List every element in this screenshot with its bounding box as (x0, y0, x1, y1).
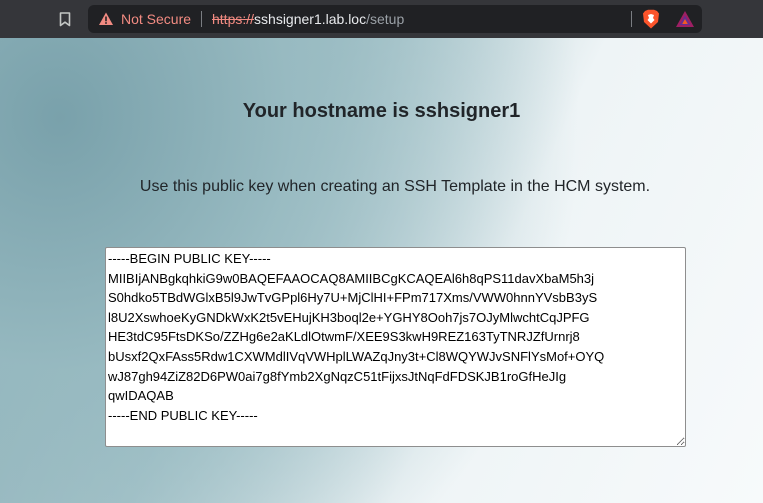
url-path: /setup (366, 11, 405, 27)
public-key-textarea[interactable]: -----BEGIN PUBLIC KEY----- MIIBIjANBgkqh… (105, 247, 686, 447)
omnibox-separator (201, 11, 202, 27)
page-title: Your hostname is sshsigner1 (242, 100, 521, 122)
brave-shields-icon[interactable] (642, 9, 660, 29)
instruction-text: Use this public key when creating an SSH… (139, 178, 651, 195)
security-status[interactable]: Not Secure (121, 11, 191, 27)
bookmark-icon[interactable] (58, 10, 72, 28)
url-text[interactable]: https://sshsigner1.lab.loc/setup (212, 11, 404, 27)
browser-toolbar: Not Secure https://sshsigner1.lab.loc/se… (0, 0, 763, 38)
brave-rewards-icon[interactable] (675, 10, 695, 28)
url-scheme: https:// (212, 11, 255, 27)
address-bar[interactable]: Not Secure https://sshsigner1.lab.loc/se… (88, 5, 702, 33)
warning-icon[interactable] (98, 11, 114, 27)
setup-page: Your hostname is sshsigner1 Use this pub… (0, 38, 763, 503)
omnibox-divider (631, 11, 632, 27)
url-host: sshsigner1.lab.loc (254, 11, 367, 27)
